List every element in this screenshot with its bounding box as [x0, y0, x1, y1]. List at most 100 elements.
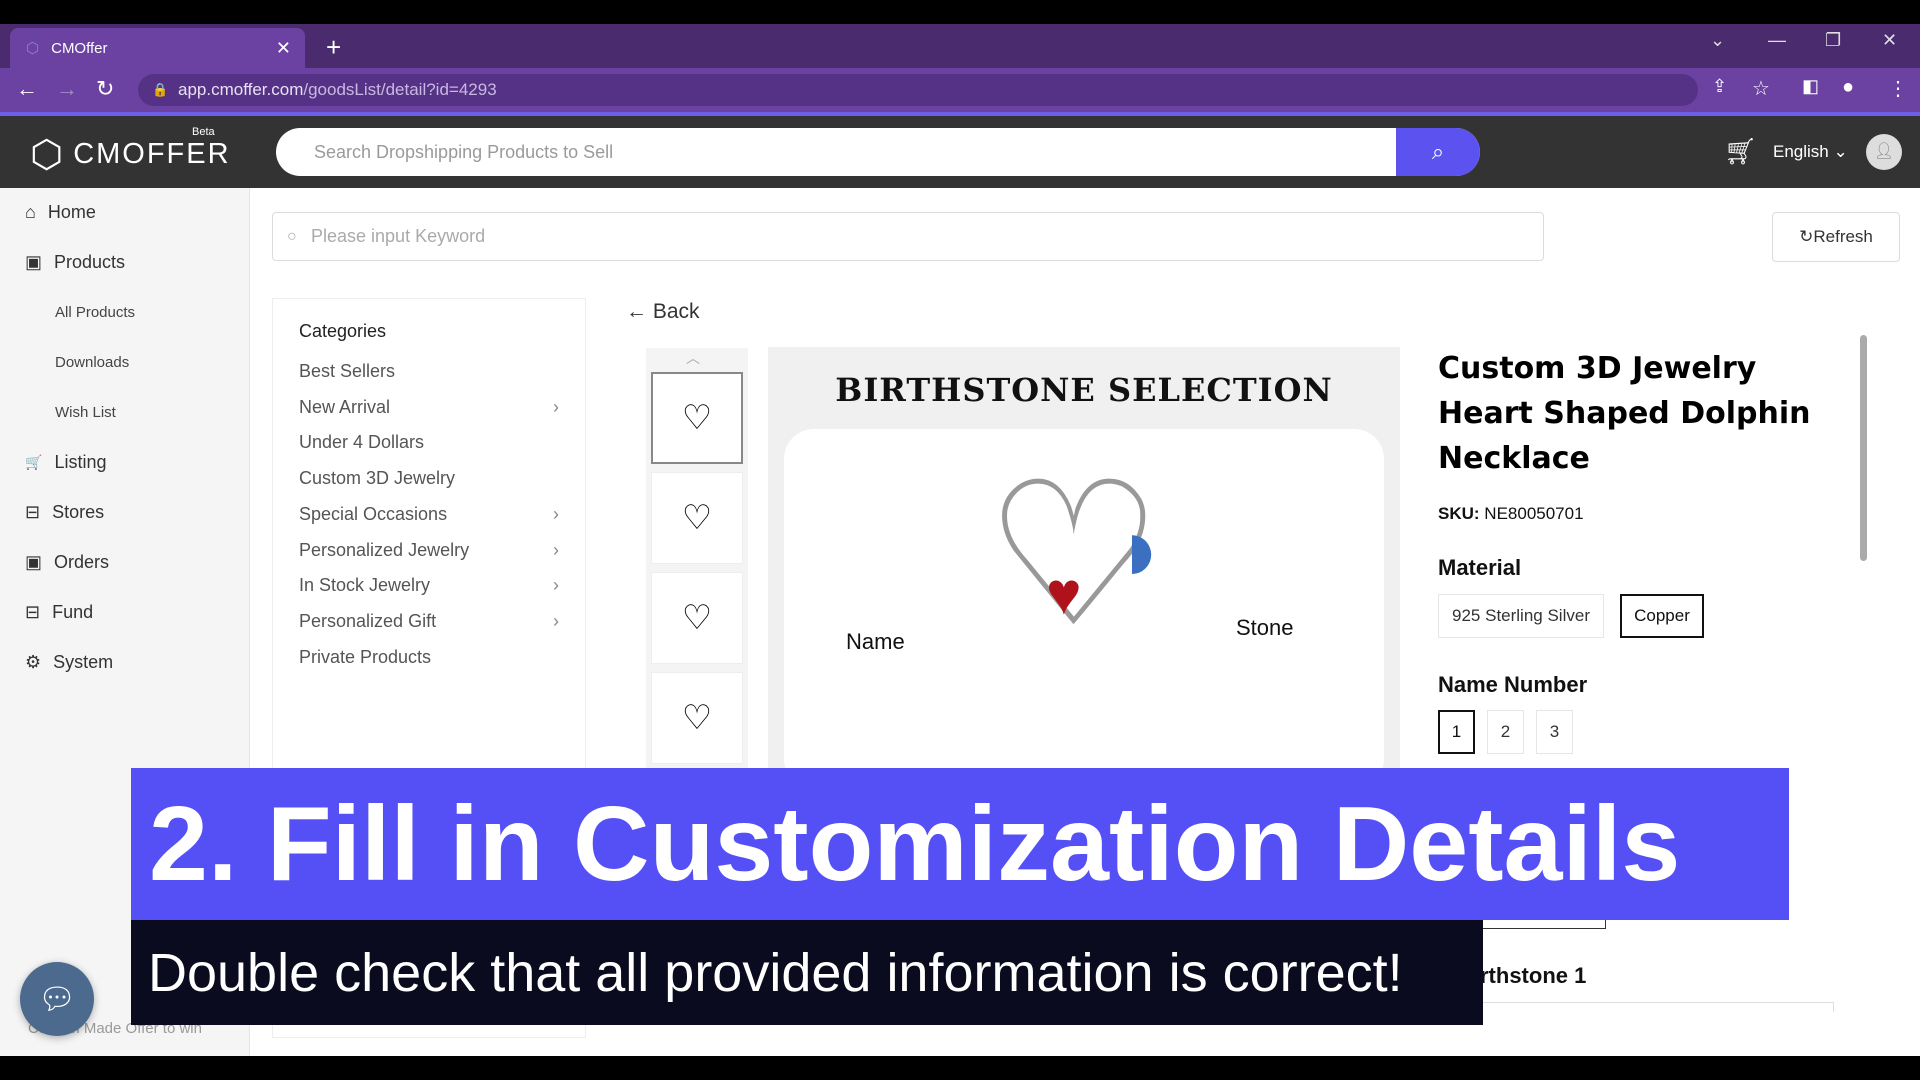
url-field[interactable]: 🔒 app.cmoffer.com/goodsList/detail?id=42… [138, 74, 1698, 106]
search-icon: ⌕ [1431, 139, 1445, 164]
categories-title: Categories [299, 321, 387, 341]
category-label: Custom 3D Jewelry [299, 468, 456, 489]
restore-icon[interactable]: ❐ [1825, 30, 1841, 51]
language-select[interactable]: English ⌄ [1773, 142, 1848, 162]
sidebar-label: Orders [54, 552, 110, 572]
thumbnail-3[interactable]: ♡ [651, 572, 743, 664]
category-item[interactable]: Under 4 Dollars [299, 432, 559, 453]
reload-icon[interactable]: ↻ [96, 76, 114, 102]
product-title: Custom 3D Jewelry Heart Shaped Dolphin N… [1438, 351, 1811, 476]
category-label: Personalized Jewelry [299, 539, 470, 560]
cart-icon[interactable]: 🛒︎ [1724, 136, 1757, 167]
keyword-placeholder: Please input Keyword [311, 226, 486, 246]
thumbnail-4[interactable]: ♡ [651, 672, 743, 764]
chevron-right-icon: › [553, 610, 559, 631]
back-arrow-icon[interactable]: ← [16, 76, 38, 102]
sidebar-item-orders[interactable]: ▣ Orders [25, 552, 109, 573]
name-number-option-3[interactable]: 3 [1536, 710, 1573, 754]
name-number-option-2[interactable]: 2 [1487, 710, 1524, 754]
share-icon[interactable]: ⇪ [1712, 76, 1727, 97]
category-item[interactable]: Best Sellers [299, 361, 559, 382]
chevron-right-icon: › [553, 503, 559, 524]
sidebar-item-listing[interactable]: 🛒 Listing [25, 452, 106, 473]
chat-bubble-icon: 💬︎ [37, 982, 77, 1016]
bookmark-star-icon[interactable]: ☆ [1752, 76, 1770, 101]
sidebar-item-downloads[interactable]: Downloads [55, 354, 129, 371]
minimize-icon[interactable]: — [1768, 30, 1786, 51]
chat-button[interactable]: 💬︎ [20, 962, 94, 1036]
sidebar-item-stores[interactable]: ⊟ Stores [25, 502, 104, 523]
dolphin-image: ◗ [1114, 500, 1169, 600]
side-panel-icon[interactable]: ◧ [1802, 76, 1819, 97]
browser-menu-icon[interactable]: ⋮ [1888, 76, 1908, 101]
category-item[interactable]: Private Products [299, 647, 559, 668]
tab-search-icon[interactable]: ⌄ [1710, 30, 1725, 51]
bottom-black-bar [0, 1056, 1920, 1080]
arrow-left-icon: ← [626, 300, 653, 323]
category-label: New Arrival [299, 396, 391, 417]
chevron-down-icon: ⌄ [1833, 142, 1848, 161]
browser-tab-bar: ⬡ CMOffer ✕ + ⌄ — ❐ ✕ [0, 24, 1920, 68]
search-icon: ○ [287, 227, 297, 245]
name-number-option-1[interactable]: 1 [1438, 710, 1475, 754]
sidebar-item-all-products[interactable]: All Products [55, 304, 135, 321]
search-button[interactable]: ⌕ [1396, 128, 1480, 176]
sidebar-item-fund[interactable]: ⊟ Fund [25, 602, 93, 623]
material-option-copper[interactable]: Copper [1620, 594, 1704, 638]
sku-value: NE80050701 [1484, 504, 1584, 523]
sidebar-item-wish-list[interactable]: Wish List [55, 404, 116, 421]
chevron-right-icon: › [553, 539, 559, 560]
image-panel: ♡ ♥ ◗ Name Stone [784, 429, 1384, 777]
cmoffer-logo[interactable]: ⬡ CMOFFER [30, 132, 231, 177]
category-item[interactable]: New Arrival › [299, 397, 559, 418]
material-option-silver[interactable]: 925 Sterling Silver [1438, 594, 1604, 638]
browser-tab[interactable]: ⬡ CMOffer ✕ [10, 28, 305, 68]
url-path: /goodsList/detail?id=4293 [303, 80, 497, 99]
product-search-input[interactable]: Search Dropshipping Products to Sell [276, 128, 1480, 176]
refresh-label: Refresh [1813, 227, 1873, 246]
thumbnail-2[interactable]: ♡ [651, 472, 743, 564]
beta-badge: Beta [192, 126, 215, 138]
category-item[interactable]: Custom 3D Jewelry [299, 468, 559, 489]
chevron-up-icon[interactable]: ︿ [686, 348, 700, 368]
category-item[interactable]: Personalized Jewelry › [299, 540, 559, 561]
sku: SKU: NE80050701 [1438, 504, 1584, 524]
forward-arrow-icon[interactable]: → [56, 76, 78, 102]
category-label: Personalized Gift [299, 610, 437, 631]
user-avatar[interactable]: 👤︎ [1866, 134, 1902, 170]
sidebar-item-products[interactable]: ▣ Products [25, 252, 125, 273]
birthstone-select[interactable] [1438, 1002, 1834, 1012]
wallet-icon: ⊟ [25, 602, 41, 622]
category-item[interactable]: Personalized Gift › [299, 611, 559, 632]
scrollbar[interactable] [1860, 335, 1867, 561]
category-item[interactable]: In Stock Jewelry › [299, 575, 559, 596]
url-host: app.cmoffer.com [178, 80, 304, 99]
keyword-input[interactable]: ○ Please input Keyword [272, 212, 1544, 261]
orders-icon: ▣ [25, 552, 43, 572]
sidebar-label: Products [54, 252, 126, 272]
refresh-button[interactable]: ↻ Refresh [1772, 212, 1900, 262]
back-link[interactable]: ← Back [626, 300, 700, 324]
thumbnail-strip: ︿ ♡ ♡ ♡ ♡ [646, 348, 748, 768]
sku-label: SKU: [1438, 504, 1480, 523]
thumbnail-1[interactable]: ♡ [651, 372, 743, 464]
close-window-icon[interactable]: ✕ [1882, 30, 1897, 51]
profile-icon[interactable]: ● [1842, 76, 1854, 99]
new-tab-icon[interactable]: + [326, 32, 341, 63]
sidebar-item-system[interactable]: ⚙ System [25, 652, 113, 673]
close-tab-icon[interactable]: ✕ [276, 38, 291, 59]
sidebar-label: Home [47, 202, 96, 222]
sidebar-label: Listing [54, 452, 107, 472]
home-icon: ⌂ [25, 202, 36, 222]
bag-icon: ▣ [25, 252, 43, 272]
chevron-right-icon: › [553, 396, 559, 417]
category-item[interactable]: Special Occasions › [299, 504, 559, 525]
sidebar-label: Stores [52, 502, 105, 522]
red-stone-image: ♥ [1046, 560, 1082, 627]
sidebar-label: System [53, 652, 114, 672]
sidebar-item-home[interactable]: ⌂ Home [25, 202, 96, 223]
site-header: ⬡ CMOFFER Beta Search Dropshipping Produc… [0, 116, 1920, 188]
birthstone-label: rthstone 1 [1480, 963, 1587, 988]
product-main-image: BIRTHSTONE SELECTION ♡ ♥ ◗ Name Stone [768, 347, 1400, 777]
overlay-headline-banner: 2. Fill in Customization Details [131, 768, 1789, 920]
